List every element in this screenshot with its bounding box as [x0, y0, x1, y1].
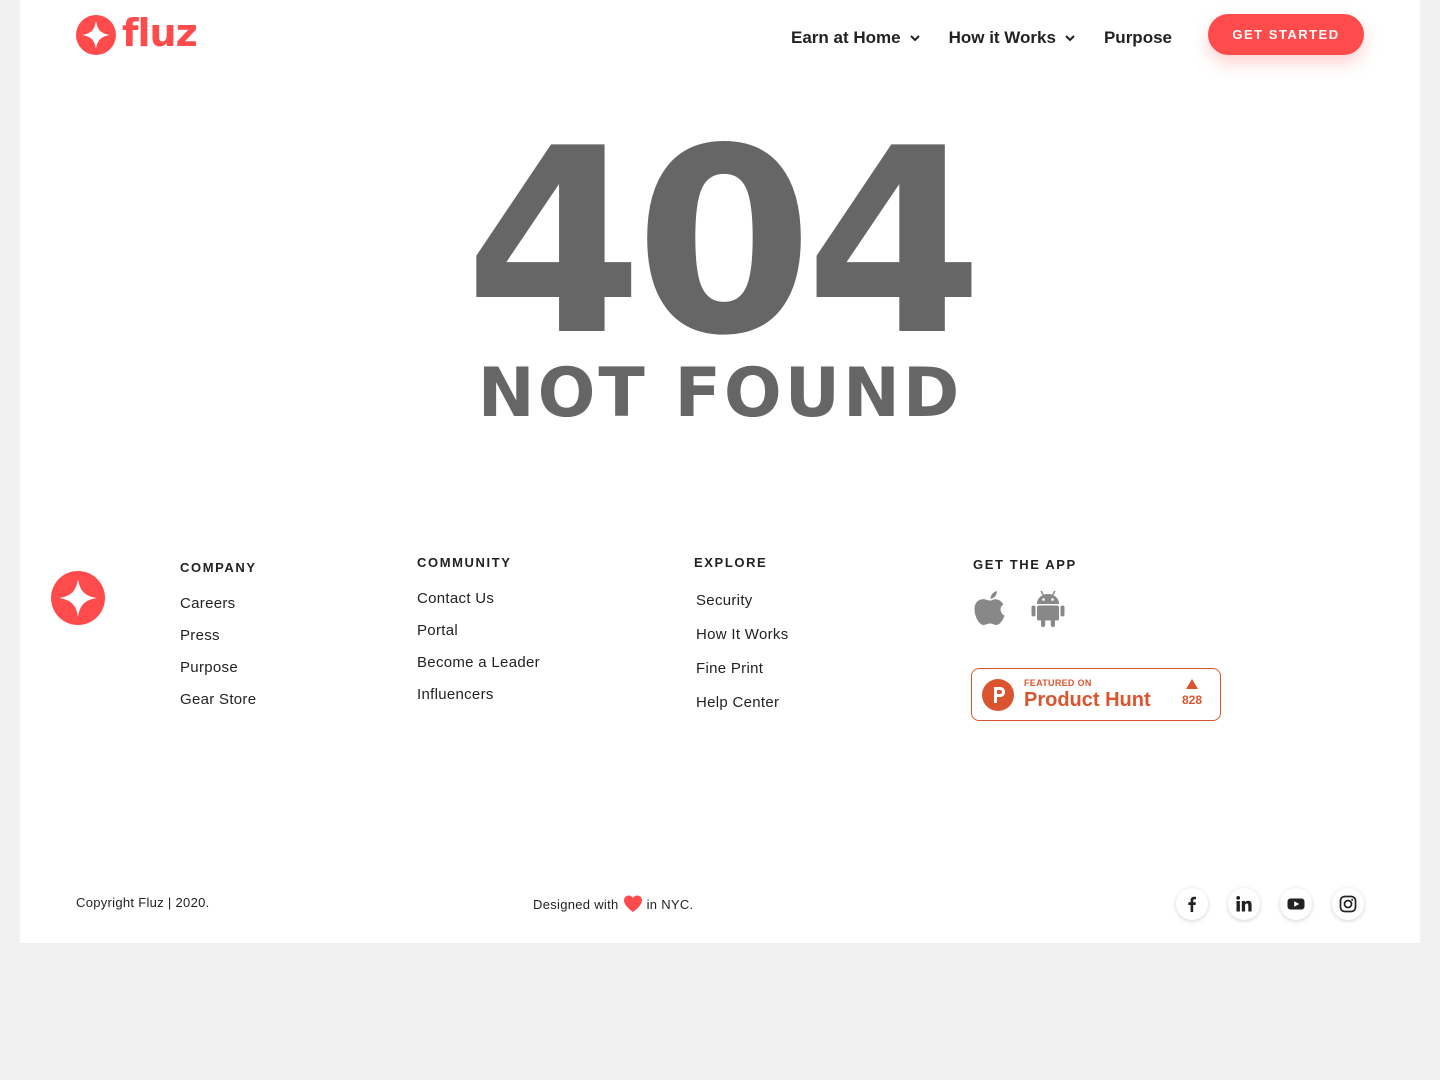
error-message: NOT FOUND [477, 354, 963, 433]
footer-link-purpose[interactable]: Purpose [180, 659, 257, 691]
designed-with-love: Designed with in NYC. [533, 895, 693, 913]
footer-link-careers[interactable]: Careers [180, 595, 257, 627]
brand-name: fluz [122, 11, 198, 55]
product-hunt-vote-count: 828 [1181, 693, 1202, 707]
product-hunt-featured: FEATURED ON [1024, 677, 1092, 688]
footer-link-contact-us[interactable]: Contact Us [417, 590, 540, 622]
product-hunt-icon [982, 678, 1014, 711]
facebook-icon [1188, 896, 1196, 912]
error-code: 404 [464, 94, 983, 392]
footer-heading: COMPANY [180, 560, 257, 575]
get-started-button[interactable]: GET STARTED [1208, 14, 1364, 55]
footer-link-press[interactable]: Press [180, 627, 257, 659]
product-hunt-votes: 828 [1182, 679, 1202, 707]
chevron-down-icon [1065, 34, 1075, 41]
instagram-icon [1339, 895, 1357, 913]
social-links [1156, 888, 1364, 920]
footer-link-influencers[interactable]: Influencers [417, 686, 540, 718]
nav-label: Earn at Home [791, 27, 901, 47]
nav-how-it-works[interactable]: How it Works [949, 24, 1076, 52]
footer-link-how-it-works[interactable]: How It Works [696, 626, 789, 660]
footer-heading: GET THE APP [973, 557, 1077, 572]
product-hunt-badge[interactable]: FEATURED ON Product Hunt 828 [971, 668, 1221, 721]
footer-community: COMMUNITY Contact Us Portal Become a Lea… [417, 555, 540, 718]
product-hunt-text: FEATURED ON Product Hunt [1024, 678, 1151, 712]
instagram-link[interactable] [1332, 888, 1364, 920]
footer-logo-icon[interactable] [51, 571, 105, 625]
upvote-arrow-icon [1185, 679, 1198, 689]
footer-explore: EXPLORE Security How It Works Fine Print… [694, 555, 789, 728]
footer-link-security[interactable]: Security [696, 592, 789, 626]
nav-purpose[interactable]: Purpose [1104, 24, 1172, 52]
linkedin-link[interactable] [1228, 888, 1260, 920]
main-nav: Earn at Home How it Works Purpose GET ST… [791, 14, 1364, 55]
footer-link-gear-store[interactable]: Gear Store [180, 691, 257, 723]
app-store-links [973, 588, 1077, 628]
youtube-icon [1287, 898, 1305, 910]
chevron-down-icon [909, 34, 920, 41]
copyright-text: Copyright Fluz | 2020. [76, 895, 210, 910]
footer-link-portal[interactable]: Portal [417, 622, 540, 654]
youtube-link[interactable] [1280, 888, 1312, 920]
heart-icon [623, 895, 642, 912]
footer-heading: EXPLORE [694, 555, 768, 570]
apple-icon[interactable] [973, 588, 1007, 628]
nav-earn-at-home[interactable]: Earn at Home [791, 24, 921, 52]
footer-get-the-app: GET THE APP [973, 557, 1077, 628]
fluz-star-icon [76, 15, 116, 55]
designed-prefix: Designed with [533, 896, 619, 912]
page: fluz Earn at Home How it Works Purpose G… [20, 0, 1420, 943]
footer-link-fine-print[interactable]: Fine Print [696, 660, 789, 694]
linkedin-icon [1236, 896, 1252, 912]
footer-heading: COMMUNITY [417, 555, 512, 570]
designed-suffix: in NYC. [646, 896, 694, 912]
nav-label: How it Works [948, 27, 1056, 47]
nav-label: Purpose [1103, 27, 1172, 47]
product-hunt-name: Product Hunt [1024, 688, 1151, 711]
android-icon[interactable] [1031, 588, 1065, 628]
footer-link-help-center[interactable]: Help Center [696, 694, 789, 728]
footer-link-become-a-leader[interactable]: Become a Leader [417, 654, 540, 686]
facebook-link[interactable] [1176, 888, 1208, 920]
brand-logo[interactable]: fluz [76, 11, 198, 56]
footer-company: COMPANY Careers Press Purpose Gear Store [180, 560, 257, 723]
